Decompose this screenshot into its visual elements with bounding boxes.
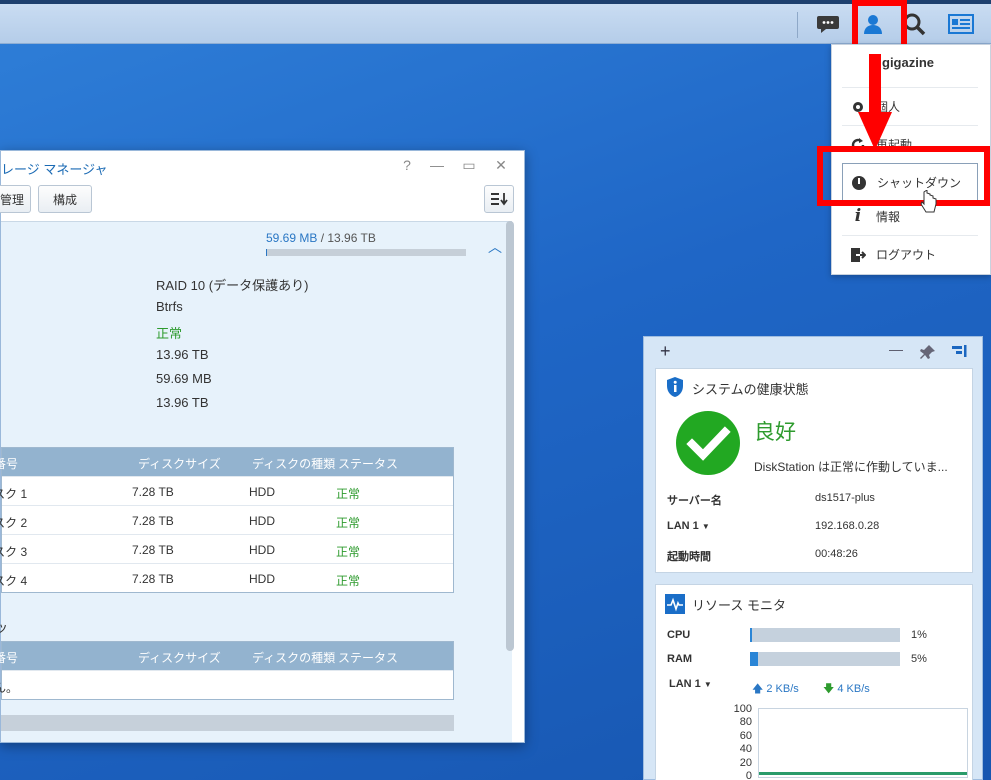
table-header: 番号 ディスクサイズ ディスクの種類 ステータス bbox=[0, 448, 453, 476]
table-row[interactable]: ディスク 2 7.28 TB HDD 正常 bbox=[0, 505, 453, 534]
resource-monitor-widget: リソース モニタ CPU 1% RAM 5% LAN 1 ▼ 🡅 2 KB/s … bbox=[655, 584, 973, 780]
health-title: システムの健康状態 bbox=[692, 382, 809, 397]
shield-info-icon bbox=[667, 377, 683, 397]
table-row[interactable]: ディスク 1 7.28 TB HDD 正常 bbox=[0, 476, 453, 505]
taskbar-separator bbox=[797, 12, 798, 38]
mouse-pointer-icon bbox=[920, 190, 937, 213]
close-icon[interactable]: ✕ bbox=[491, 157, 511, 174]
total-capacity: 13.96 TB bbox=[156, 347, 209, 362]
maximize-icon[interactable]: ▭ bbox=[459, 157, 479, 174]
chart-tick: 100 bbox=[733, 703, 752, 715]
sort-button[interactable] bbox=[484, 185, 514, 213]
widget-panel-header: + — bbox=[644, 337, 982, 365]
storage-manager-window: レージ マネージャ ? — ▭ ✕ 管理 構成 59.69 MB / 13.96… bbox=[0, 150, 525, 743]
uptime: 00:48:26 bbox=[815, 548, 858, 560]
scrollbar[interactable] bbox=[506, 221, 514, 651]
chart-tick: 20 bbox=[739, 757, 752, 769]
ram-label: RAM bbox=[667, 653, 693, 665]
disk-table: 番号 ディスクサイズ ディスクの種類 ステータス ディスク 1 7.28 TB … bbox=[0, 447, 454, 593]
used-capacity: 59.69 MB bbox=[156, 371, 212, 386]
cpu-value: 1% bbox=[911, 629, 927, 641]
widget-card-icon[interactable] bbox=[945, 8, 977, 40]
uptime-label: 起動時間 bbox=[667, 551, 711, 563]
chart-tick: 40 bbox=[739, 743, 752, 755]
add-widget-icon[interactable]: + bbox=[660, 341, 671, 362]
check-icon bbox=[676, 411, 740, 475]
resource-lan-label[interactable]: LAN 1 ▼ bbox=[669, 678, 712, 690]
arrow-down-icon: 🡇 bbox=[823, 683, 835, 695]
logout-icon bbox=[850, 247, 866, 263]
table-row[interactable]: ディスク 3 7.28 TB HDD 正常 bbox=[0, 534, 453, 563]
menu-item-label: 情報 bbox=[876, 209, 901, 224]
server-name: ds1517-plus bbox=[815, 492, 875, 504]
raid-type: RAID 10 (データ保護あり) bbox=[156, 278, 309, 293]
info-icon: i bbox=[854, 206, 862, 226]
menu-item-label: ログアウト bbox=[876, 248, 937, 262]
available-capacity: 13.96 TB bbox=[156, 395, 209, 410]
highlight-shutdown-box bbox=[817, 146, 990, 206]
table-header: 番号 ディスクサイズ ディスクの種類 ステータス bbox=[0, 642, 453, 670]
manage-button[interactable]: 管理 bbox=[0, 185, 31, 213]
table-row: ん。 bbox=[0, 670, 453, 699]
cpu-label: CPU bbox=[667, 629, 691, 641]
spare-disk-table: 番号 ディスクサイズ ディスクの種類 ステータス ん。 bbox=[0, 641, 454, 700]
chart-tick: 80 bbox=[739, 716, 752, 728]
upload-rate: 🡅 2 KB/s bbox=[752, 683, 799, 695]
caret-down-icon: ▼ bbox=[703, 680, 712, 689]
help-icon[interactable]: ? bbox=[397, 157, 417, 173]
minimize-icon[interactable]: — bbox=[427, 157, 447, 173]
minimize-icon[interactable]: — bbox=[889, 341, 903, 357]
health-status: 良好 bbox=[754, 421, 796, 444]
download-rate: 🡇 4 KB/s bbox=[823, 683, 870, 695]
chart-tick: 0 bbox=[745, 770, 752, 780]
sort-icon bbox=[491, 193, 508, 206]
volume-status: 正常 bbox=[156, 326, 183, 341]
placeholder-bar bbox=[1, 715, 454, 731]
lan-ip: 192.168.0.28 bbox=[815, 520, 880, 532]
chart-tick: 60 bbox=[739, 730, 752, 742]
panel-settings-icon[interactable] bbox=[951, 344, 967, 358]
chevron-up-icon[interactable]: ︿ bbox=[488, 237, 502, 257]
ram-bar bbox=[750, 652, 900, 666]
server-name-label: サーバー名 bbox=[667, 495, 722, 507]
cpu-bar bbox=[750, 628, 900, 642]
red-arrow-annotation bbox=[858, 54, 892, 150]
network-chart bbox=[758, 708, 968, 778]
table-row[interactable]: ディスク 4 7.28 TB HDD 正常 bbox=[0, 563, 453, 592]
window-titlebar: レージ マネージャ ? — ▭ ✕ bbox=[1, 151, 524, 181]
lan-label[interactable]: LAN 1 ▼ bbox=[667, 520, 710, 532]
pulse-icon bbox=[665, 594, 685, 614]
window-title: レージ マネージャ bbox=[1, 162, 108, 177]
pin-icon[interactable] bbox=[920, 344, 936, 360]
file-system: Btrfs bbox=[156, 299, 183, 314]
taskbar bbox=[0, 0, 991, 44]
volume-usage-bar bbox=[266, 249, 466, 256]
section-title: ッ bbox=[0, 620, 9, 635]
ram-value: 5% bbox=[911, 653, 927, 665]
volume-usage: 59.69 MB / 13.96 TB bbox=[266, 231, 376, 245]
health-widget: システムの健康状態 良好 DiskStation は正常に作動していま... サ… bbox=[655, 368, 973, 573]
health-message: DiskStation は正常に作動していま... bbox=[754, 460, 948, 474]
caret-down-icon: ▼ bbox=[701, 522, 710, 531]
configure-button[interactable]: 構成 bbox=[38, 185, 92, 213]
chat-icon[interactable] bbox=[812, 8, 844, 40]
resource-title: リソース モニタ bbox=[692, 598, 786, 613]
menu-item-logout[interactable]: ログアウト bbox=[842, 235, 978, 273]
widget-panel: + — システムの健康状態 良好 DiskStation は正常に作動していま.… bbox=[643, 336, 983, 780]
network-chart-line bbox=[759, 772, 967, 775]
arrow-up-icon: 🡅 bbox=[752, 683, 764, 695]
